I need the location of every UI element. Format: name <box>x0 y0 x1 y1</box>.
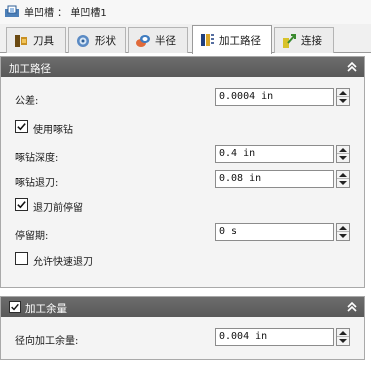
dwell-before-retract-label: 退刀前停留 <box>33 203 83 214</box>
tab-radius[interactable]: 半径 <box>128 27 188 53</box>
peck-retract-field[interactable]: 0.08 in <box>215 170 334 188</box>
spin-up-button[interactable] <box>337 224 349 232</box>
spin-down-button[interactable] <box>337 154 349 162</box>
peck-retract-label: 啄钻退刀: <box>15 178 59 189</box>
peck-retract-spinner[interactable] <box>336 170 350 188</box>
checkmark-icon <box>16 199 27 210</box>
spin-down-button[interactable] <box>337 179 349 187</box>
peck-depth-field[interactable]: 0.4 in <box>215 145 334 163</box>
tab-tool[interactable]: 刀具 <box>6 27 66 53</box>
toolpath-icon <box>201 34 214 46</box>
arrow-up-icon <box>339 91 347 95</box>
stock-enable-checkbox[interactable] <box>9 301 21 313</box>
allow-rapid-retract-checkbox[interactable] <box>15 252 28 265</box>
tab-tool-label: 刀具 <box>33 35 54 47</box>
shape-icon <box>77 34 89 47</box>
peck-depth-label: 啄钻深度: <box>15 153 59 164</box>
tab-shape-label: 形状 <box>95 35 116 47</box>
links-icon <box>283 33 296 48</box>
arrow-down-icon <box>339 156 347 160</box>
spin-up-button[interactable] <box>337 171 349 179</box>
tolerance-spinner[interactable] <box>336 88 350 106</box>
tab-toolpath[interactable]: 加工路径 <box>192 25 272 54</box>
radial-stock-spinner[interactable] <box>336 328 350 346</box>
allow-rapid-retract-label: 允许快速退刀 <box>33 257 93 268</box>
arrow-up-icon <box>339 331 347 335</box>
arrow-down-icon <box>339 234 347 238</box>
dwell-period-field[interactable]: 0 s <box>215 223 334 241</box>
spin-down-button[interactable] <box>337 97 349 105</box>
tab-links-label: 连接 <box>301 35 322 47</box>
tolerance-field[interactable]: 0.0004 in <box>215 88 334 106</box>
peck-depth-spinner[interactable] <box>336 145 350 163</box>
use-peck-label: 使用啄钻 <box>33 125 73 136</box>
stock-panel: 加工余量 径向加工余量: 0.004 in <box>0 296 365 360</box>
tab-radius-label: 半径 <box>155 35 176 47</box>
radius-icon <box>136 34 150 47</box>
radial-stock-field[interactable]: 0.004 in <box>215 328 334 346</box>
stock-panel-header[interactable]: 加工余量 <box>1 297 364 317</box>
tool-icon <box>15 34 27 47</box>
arrow-down-icon <box>339 99 347 103</box>
tab-shape[interactable]: 形状 <box>68 27 126 53</box>
radial-stock-label: 径向加工余量: <box>15 336 79 347</box>
toolpath-panel-header[interactable]: 加工路径 <box>1 57 364 77</box>
toolpath-panel-title: 加工路径 <box>9 63 51 75</box>
tab-links[interactable]: 连接 <box>274 27 334 53</box>
window-title: 单凹槽 ： 单凹槽1 <box>24 8 107 19</box>
pocket-feature-icon <box>5 5 19 17</box>
tab-toolpath-label: 加工路径 <box>219 34 261 47</box>
stock-panel-title: 加工余量 <box>25 303 67 315</box>
arrow-up-icon <box>339 148 347 152</box>
arrow-down-icon <box>339 181 347 185</box>
dwell-before-retract-checkbox[interactable] <box>15 198 28 211</box>
checkmark-icon <box>16 121 27 132</box>
spin-down-button[interactable] <box>337 232 349 240</box>
dwell-period-spinner[interactable] <box>336 223 350 241</box>
use-peck-checkbox[interactable] <box>15 120 28 133</box>
dwell-period-label: 停留期: <box>15 231 49 242</box>
spin-up-button[interactable] <box>337 146 349 154</box>
spin-up-button[interactable] <box>337 89 349 97</box>
toolpath-panel: 加工路径 公差: 0.0004 in 使用啄钻 啄钻深度: 0.4 in 啄钻退… <box>0 56 365 288</box>
spin-up-button[interactable] <box>337 329 349 337</box>
spin-down-button[interactable] <box>337 337 349 345</box>
checkmark-icon <box>10 302 20 312</box>
arrow-up-icon <box>339 173 347 177</box>
tab-bar: 刀具 形状 半径 加工路径 连接 <box>0 24 371 54</box>
double-chevron-up-icon[interactable] <box>346 301 358 313</box>
arrow-down-icon <box>339 339 347 343</box>
arrow-up-icon <box>339 226 347 230</box>
title-bar: 单凹槽 ： 单凹槽1 <box>0 0 371 24</box>
tolerance-label: 公差: <box>15 96 39 107</box>
double-chevron-up-icon[interactable] <box>346 61 358 73</box>
